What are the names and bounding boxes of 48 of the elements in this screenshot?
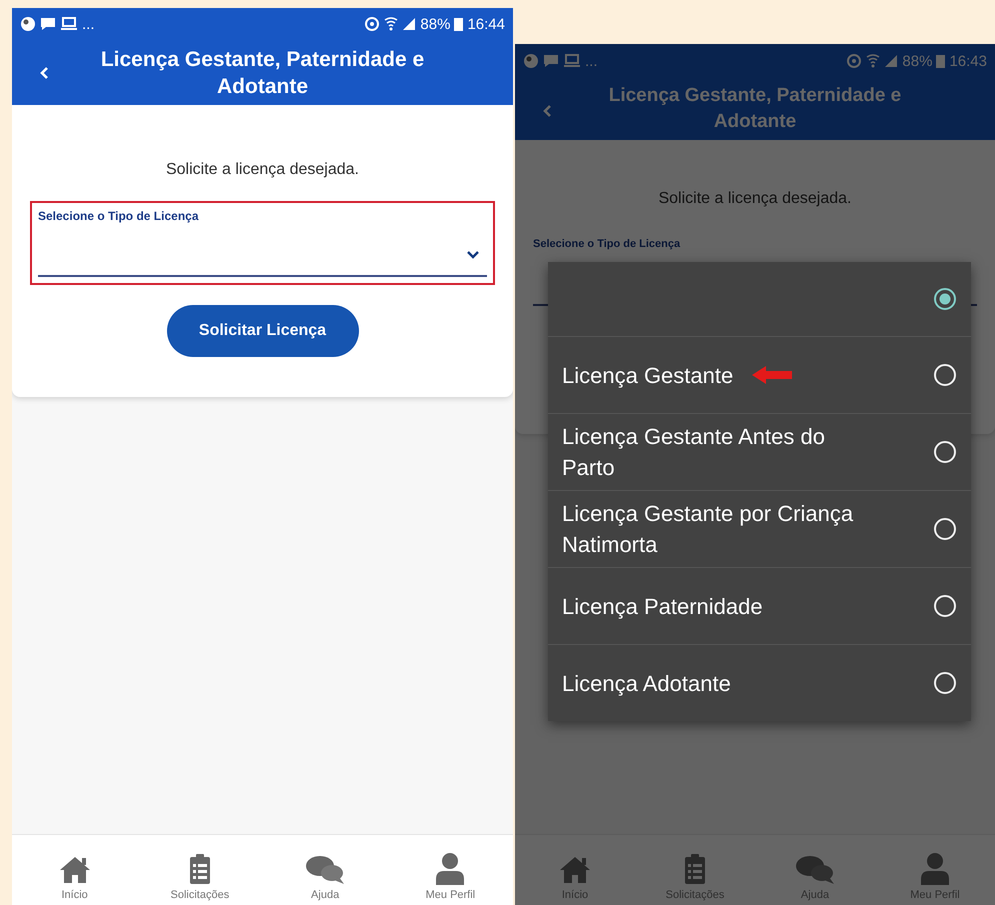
battery-percent: 88% (420, 16, 450, 32)
globe-icon (20, 16, 36, 32)
battery-icon (936, 54, 946, 68)
instruction-text: Solicite a licença desejada. (166, 161, 359, 179)
nav-item[interactable]: Solicitações (144, 835, 255, 905)
laptop-icon (563, 54, 581, 68)
license-option[interactable]: Licença Gestante Antes do Parto (548, 413, 971, 490)
chat-bubbles-icon (795, 855, 835, 885)
radio-button[interactable] (933, 287, 957, 311)
laptop-icon (60, 17, 78, 31)
license-option[interactable]: Licença Paternidade (548, 567, 971, 644)
sync-icon (364, 16, 380, 32)
license-option[interactable]: Licença Gestante por Criança Natimorta (548, 490, 971, 567)
pointer-arrow-icon (752, 365, 792, 385)
wifi-icon (384, 17, 398, 31)
notification-more: ... (82, 16, 95, 32)
signal-icon (884, 54, 898, 68)
chat-bubbles-icon (305, 855, 346, 885)
chevron-down-icon (467, 251, 479, 259)
clipboard-list-icon (684, 853, 706, 885)
screen-title: Licença Gestante, Paternidade e Adotante (608, 84, 902, 134)
clipboard-list-icon (188, 853, 211, 885)
globe-icon (523, 53, 539, 69)
clock-time: 16:43 (949, 52, 987, 70)
back-chevron-icon[interactable] (38, 66, 50, 80)
instruction-text: Solicite a licença desejada. (658, 190, 852, 208)
battery-icon (454, 17, 464, 31)
license-type-select[interactable]: Selecione o Tipo de Licença (38, 209, 487, 277)
license-option[interactable]: Licença Adotante (548, 644, 971, 721)
nav-item[interactable]: Ajuda (270, 835, 380, 905)
back-chevron-icon[interactable] (541, 104, 553, 118)
message-icon (40, 17, 56, 31)
person-icon (435, 853, 466, 885)
battery-percent: 88% (902, 52, 932, 70)
home-icon (58, 855, 92, 885)
home-icon (558, 855, 592, 885)
sync-icon (846, 53, 862, 69)
message-icon (543, 54, 559, 68)
nav-item[interactable]: Meu Perfil (395, 835, 506, 905)
person-icon (920, 853, 950, 885)
request-license-button[interactable]: Solicitar Licença (166, 305, 358, 357)
license-option[interactable]: Licença Gestante (548, 336, 971, 413)
signal-icon (402, 17, 416, 31)
wifi-icon (866, 54, 880, 68)
notification-more: ... (585, 52, 598, 70)
screen-title: Licença Gestante, Paternidade e Adotante (100, 46, 426, 100)
clock-time: 16:44 (467, 16, 505, 32)
nav-item[interactable]: Início (20, 835, 130, 905)
